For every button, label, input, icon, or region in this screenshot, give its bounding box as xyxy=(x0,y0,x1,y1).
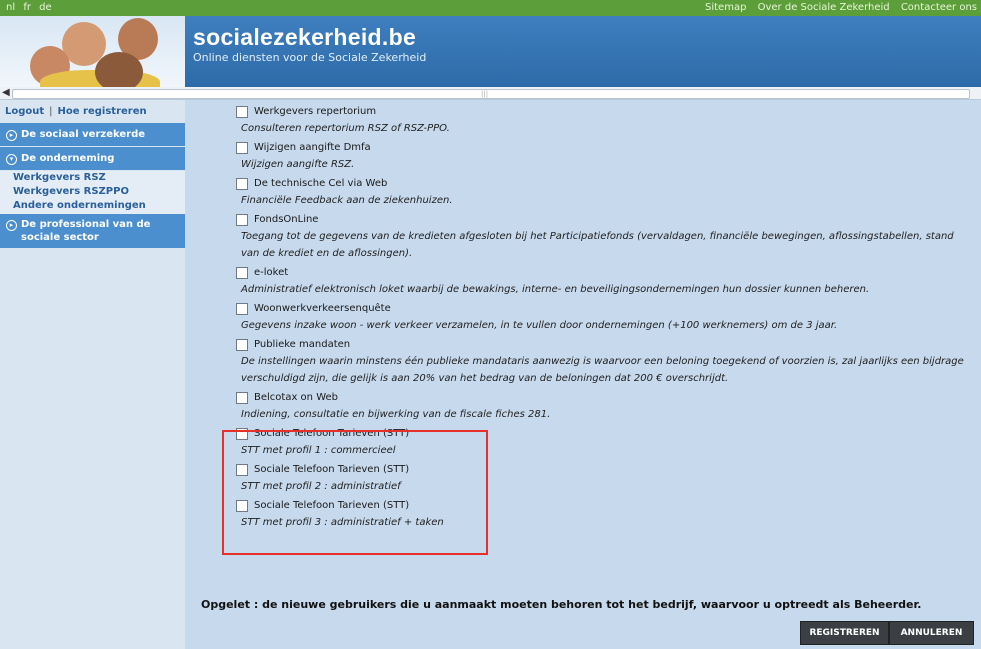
separator: | xyxy=(49,106,53,117)
site-header: socialezekerheid.be Online diensten voor… xyxy=(0,16,981,87)
grip-icon: ||| xyxy=(481,90,489,98)
scrollbar-thumb[interactable]: ||| xyxy=(12,89,970,99)
service-title: FondsOnLine xyxy=(254,214,319,225)
expand-icon: ▸ xyxy=(6,130,17,141)
service-checkbox[interactable] xyxy=(236,391,248,404)
service-checkbox[interactable] xyxy=(236,105,248,118)
service-checkbox[interactable] xyxy=(236,213,248,226)
service-item: Belcotax on Web Indiening, consultatie e… xyxy=(236,389,971,425)
service-checkbox[interactable] xyxy=(236,266,248,279)
service-title: Wijzigen aangifte Dmfa xyxy=(254,142,371,153)
sidebar-section-label: De onderneming xyxy=(21,153,115,164)
service-title: Publieke mandaten xyxy=(254,339,351,350)
sidebar: Logout | Hoe registreren ▸ De sociaal verze… xyxy=(0,100,185,649)
service-item: Werkgevers repertorium Consulteren reper… xyxy=(236,103,971,139)
logout-link[interactable]: Logout xyxy=(5,106,44,117)
about-link[interactable]: Over de Sociale Zekerheid xyxy=(758,2,890,13)
top-links: Sitemap Over de Sociale Zekerheid Contac… xyxy=(697,0,977,16)
register-button[interactable]: REGISTREREN xyxy=(800,621,889,645)
service-item: e-loket Administratief elektronisch loke… xyxy=(236,264,971,300)
sidebar-section-professional[interactable]: ▸ De professional van de sociale sector xyxy=(0,214,185,249)
service-description: Administratief elektronisch loket waarbi… xyxy=(241,284,870,295)
service-checkbox[interactable] xyxy=(236,338,248,351)
site-tagline: Online diensten voor de Sociale Zekerhei… xyxy=(193,51,427,64)
sidebar-item-andere-ondernemingen[interactable]: Andere ondernemingen xyxy=(0,199,185,214)
expand-icon: ▾ xyxy=(6,154,17,165)
highlight-box xyxy=(222,430,488,555)
sidebar-section-company[interactable]: ▾ De onderneming xyxy=(0,147,185,171)
service-description: Consulteren repertorium RSZ of RSZ-PPO. xyxy=(241,123,450,134)
contact-link[interactable]: Contacteer ons xyxy=(901,2,977,13)
language-fr-link[interactable]: fr xyxy=(23,2,31,13)
site-logo-text[interactable]: socialezekerheid.be xyxy=(193,24,416,51)
warning-note: Opgelet : de nieuwe gebruikers die u aan… xyxy=(201,598,922,611)
service-item: Wijzigen aangifte Dmfa Wijzigen aangifte… xyxy=(236,139,971,175)
service-description: De instellingen waarin minstens één publ… xyxy=(241,356,964,384)
service-description: Toegang tot de gegevens van de kredieten… xyxy=(241,231,954,259)
language-de-link[interactable]: de xyxy=(39,2,52,13)
sidebar-item-werkgevers-rszppo[interactable]: Werkgevers RSZPPO xyxy=(0,185,185,199)
sidebar-section-label: De professional van de sociale sector xyxy=(21,219,151,243)
service-checkbox[interactable] xyxy=(236,141,248,154)
service-item: De technische Cel via Web Financiële Fee… xyxy=(236,175,971,211)
service-item: Publieke mandaten De instellingen waarin… xyxy=(236,336,971,389)
service-description: Gegevens inzake woon - werk verkeer verz… xyxy=(241,320,838,331)
service-item: Woonwerkverkeersenquête Gegevens inzake … xyxy=(236,300,971,336)
service-item: FondsOnLine Toegang tot de gegevens van … xyxy=(236,211,971,264)
sitemap-link[interactable]: Sitemap xyxy=(705,2,746,13)
language-nl-link[interactable]: nl xyxy=(6,2,15,13)
sidebar-section-insured[interactable]: ▸ De sociaal verzekerde xyxy=(0,123,185,147)
service-title: Woonwerkverkeersenquête xyxy=(254,303,391,314)
scroll-left-icon[interactable]: ◀ xyxy=(2,87,10,99)
main-content: Werkgevers repertorium Consulteren reper… xyxy=(185,100,981,649)
register-help-link[interactable]: Hoe registreren xyxy=(58,106,147,117)
top-bar: nl fr de Sitemap Over de Sociale Zekerhe… xyxy=(0,0,981,16)
service-title: e-loket xyxy=(254,267,289,278)
sidebar-item-werkgevers-rsz[interactable]: Werkgevers RSZ xyxy=(0,171,185,185)
language-switcher: nl fr de xyxy=(6,0,57,16)
cancel-button[interactable]: ANNULEREN xyxy=(889,621,974,645)
expand-icon: ▸ xyxy=(6,220,17,231)
service-description: Indiening, consultatie en bijwerking van… xyxy=(241,409,551,420)
service-checkbox[interactable] xyxy=(236,177,248,190)
service-title: Belcotax on Web xyxy=(254,392,338,403)
horizontal-scrollbar[interactable]: ◀ ||| xyxy=(0,87,981,100)
service-checkbox[interactable] xyxy=(236,302,248,315)
sidebar-section-label: De sociaal verzekerde xyxy=(21,129,146,140)
service-title: Werkgevers repertorium xyxy=(254,106,377,117)
service-description: Wijzigen aangifte RSZ. xyxy=(241,159,355,170)
sidebar-account-links: Logout | Hoe registreren xyxy=(0,100,185,123)
service-description: Financiële Feedback aan de ziekenhuizen. xyxy=(241,195,453,206)
header-photo xyxy=(0,16,185,87)
service-title: De technische Cel via Web xyxy=(254,178,388,189)
